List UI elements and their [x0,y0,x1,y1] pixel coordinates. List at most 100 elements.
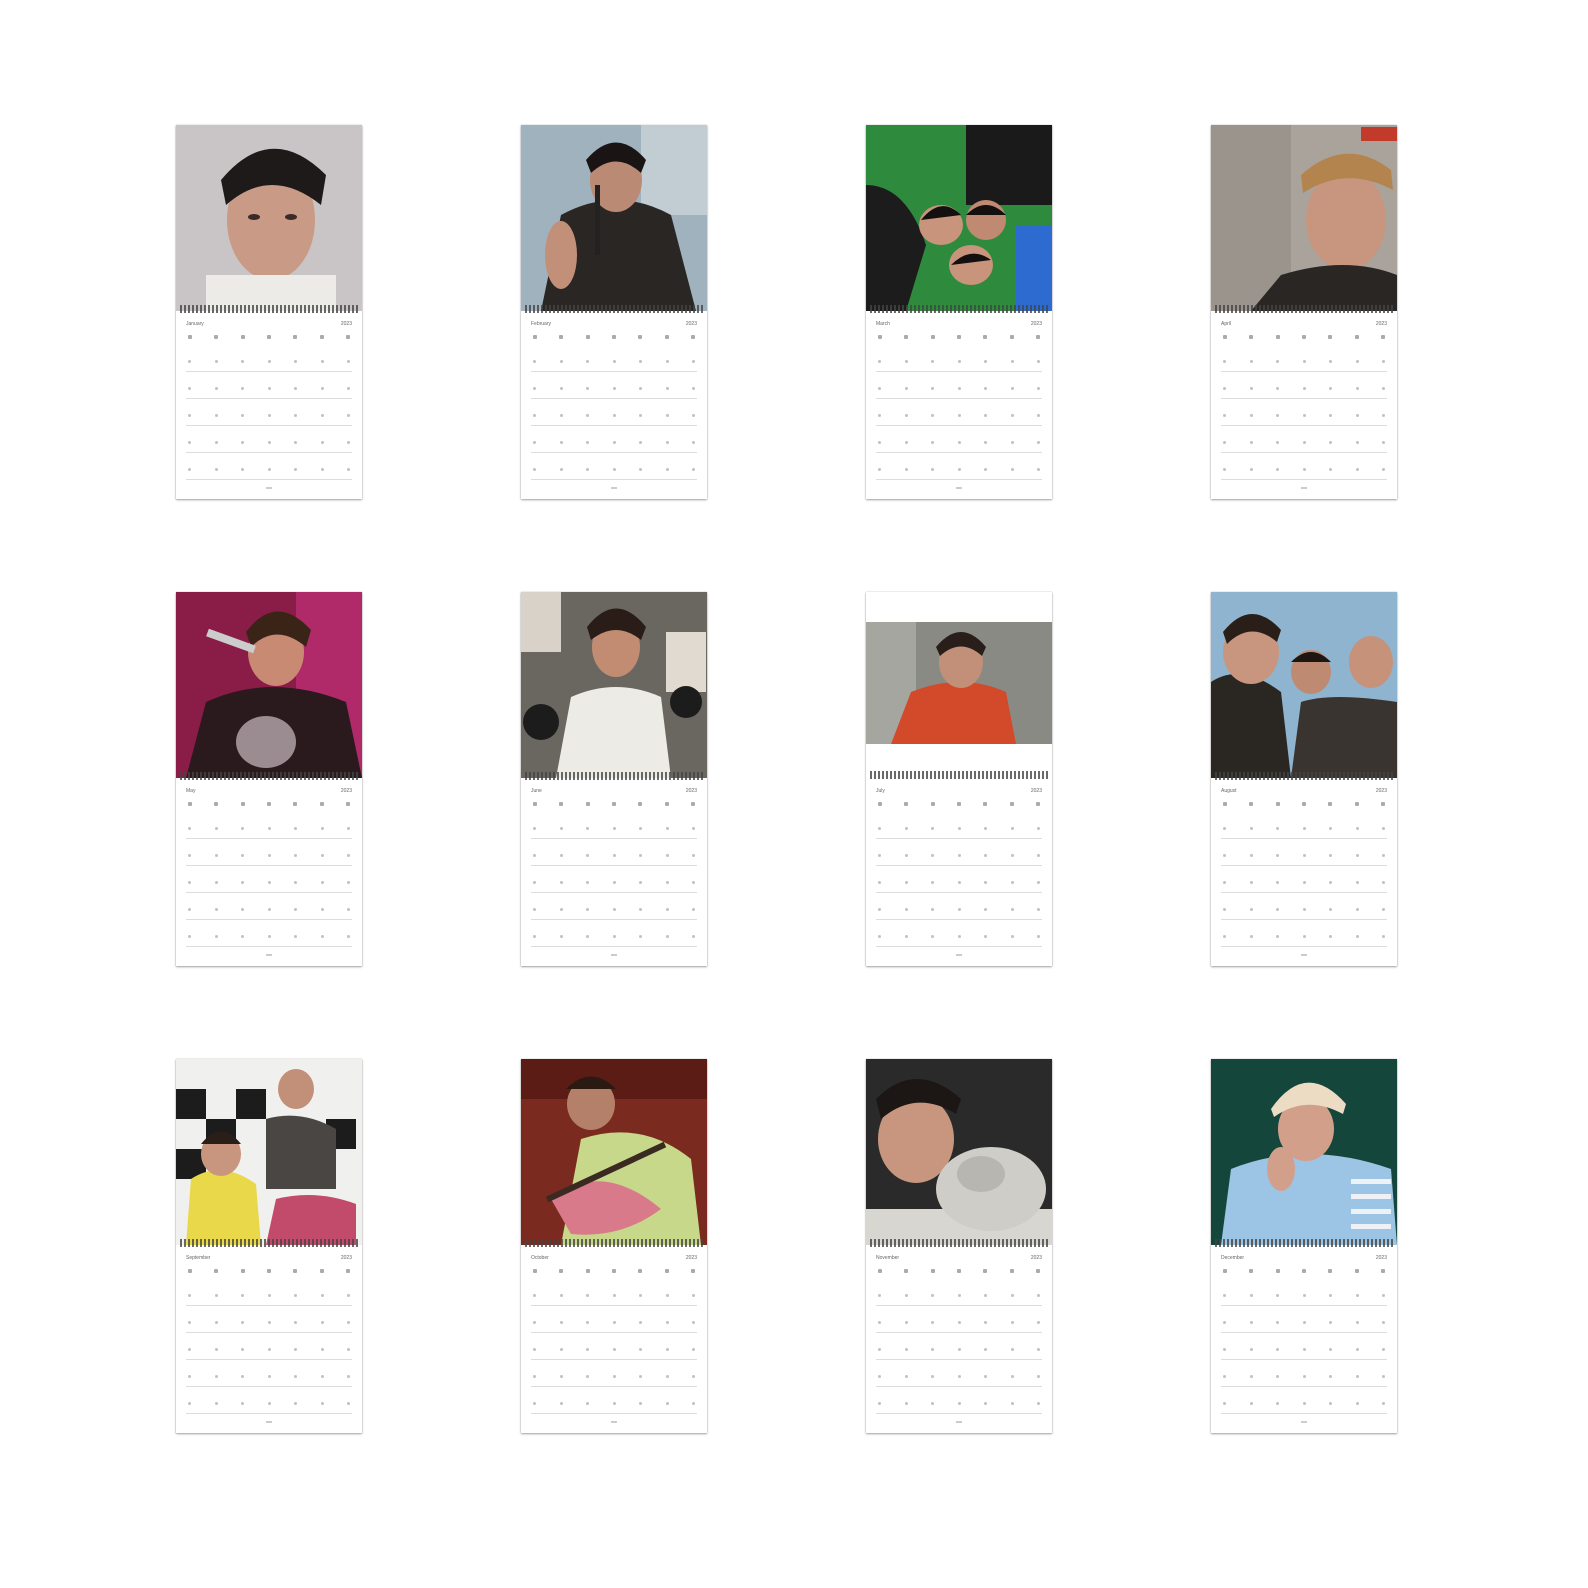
day-mark [1355,413,1359,417]
day-mark [957,1293,961,1297]
day-mark [1037,907,1040,911]
day-mark [320,934,324,938]
day-mark [1382,880,1385,884]
week-row [1223,1401,1385,1405]
day-mark [267,467,271,471]
calendar-page-march[interactable]: March 2023 [866,125,1052,499]
day-mark [188,1347,191,1351]
day-mark [692,880,695,884]
month-name: January [186,321,204,327]
day-mark [320,880,324,884]
calendar-page-july[interactable]: July 2023 [866,592,1052,966]
day-mark [1037,1401,1040,1405]
day-mark [1302,1293,1306,1297]
day-mark [612,413,616,417]
day-mark [1010,386,1014,390]
month-photo [176,1059,362,1245]
week-divider [531,1359,697,1360]
week-divider [876,371,1042,372]
week-row [533,467,695,471]
day-mark [878,440,881,444]
day-mark [665,1374,669,1378]
week-divider [186,452,352,453]
day-mark [188,907,191,911]
calendar-page-august[interactable]: August 2023 [1211,592,1397,966]
calendar-page-october[interactable]: October 2023 [521,1059,707,1433]
day-mark [320,826,324,830]
calendar-page-june[interactable]: June 2023 [521,592,707,966]
week-divider [531,1305,697,1306]
week-divider [1221,452,1387,453]
page-number-mark [611,487,617,489]
calendar-page-september[interactable]: September 2023 [176,1059,362,1433]
day-mark [586,1320,589,1324]
day-mark [878,907,881,911]
day-mark [1223,853,1226,857]
calendar-page-april[interactable]: April 2023 [1211,125,1397,499]
weekday-mark [1354,802,1359,806]
week-row [1223,413,1385,417]
calendar-page-november[interactable]: November 2023 [866,1059,1052,1433]
day-mark [533,880,536,884]
day-mark [188,467,191,471]
week-row [878,386,1040,390]
day-mark [559,386,563,390]
week-row [533,934,695,938]
weekday-header [188,802,350,808]
year-label: 2023 [1030,321,1042,327]
spiral-binding [180,772,358,780]
week-divider [1221,892,1387,893]
calendar-page-may[interactable]: May 2023 [176,592,362,966]
weekday-header [188,1269,350,1275]
day-mark [692,1320,695,1324]
week-row [878,853,1040,857]
weekday-header [533,1269,695,1275]
week-divider [186,946,352,947]
week-row [533,1347,695,1351]
month-name: June [531,788,542,794]
page-number-mark [266,954,272,956]
day-mark [1329,413,1332,417]
week-divider [876,479,1042,480]
day-mark [1276,1401,1279,1405]
weekday-mark [690,1269,695,1273]
day-mark [878,1374,881,1378]
day-mark [347,467,350,471]
day-mark [692,826,695,830]
calendar-page-february[interactable]: February 2023 [521,125,707,499]
day-mark [1249,440,1253,444]
day-mark [214,826,218,830]
day-mark [1329,934,1332,938]
day-mark [241,880,244,884]
day-mark [214,934,218,938]
day-mark [1302,1320,1306,1324]
day-mark [1276,359,1279,363]
day-mark [267,1401,271,1405]
day-mark [639,826,642,830]
week-divider [876,892,1042,893]
week-row [1223,853,1385,857]
day-mark [1037,1320,1040,1324]
day-mark [984,880,987,884]
day-mark [878,413,881,417]
month-grid: June 2023 [521,782,707,966]
weekday-mark [930,802,935,806]
calendar-page-december[interactable]: December 2023 [1211,1059,1397,1433]
day-mark [1302,907,1306,911]
day-mark [347,1401,350,1405]
day-mark [957,386,961,390]
year-label: 2023 [685,321,697,327]
calendar-page-january[interactable]: January 2023 [176,125,362,499]
day-mark [612,1293,616,1297]
week-divider [1221,946,1387,947]
day-mark [1302,853,1306,857]
weekday-mark [266,1269,271,1273]
day-mark [586,1347,589,1351]
weekday-mark [214,1269,219,1273]
day-mark [1355,826,1359,830]
day-mark [1302,413,1306,417]
day-mark [1382,413,1385,417]
day-mark [267,386,271,390]
day-mark [1249,880,1253,884]
day-mark [904,1320,908,1324]
